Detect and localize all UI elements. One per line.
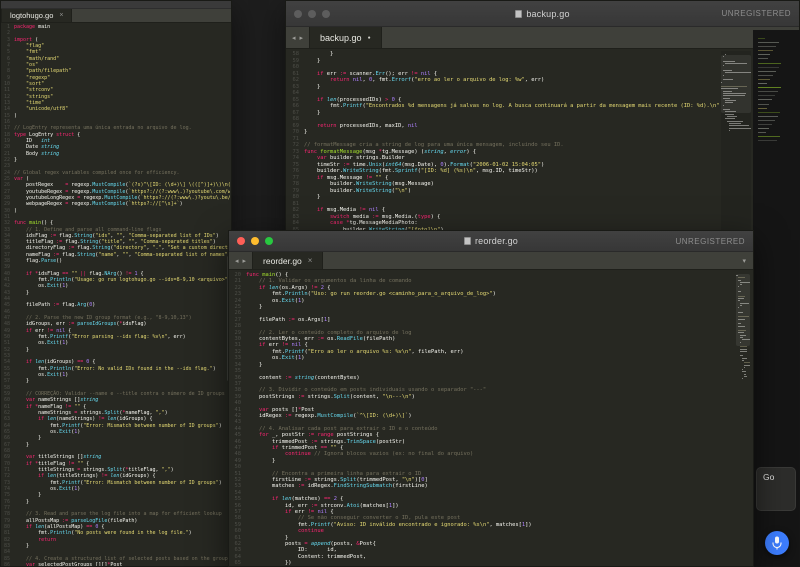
code-line: 86 var selectedPostGroups [][]*Post bbox=[1, 562, 230, 566]
tab-next-icon[interactable]: ▸ bbox=[300, 34, 304, 42]
microphone-icon bbox=[771, 536, 783, 550]
window-reorder: reorder.go UNREGISTERED ◂ ▸ reorder.go ×… bbox=[228, 230, 754, 567]
tab-prev-icon[interactable]: ◂ bbox=[235, 257, 239, 265]
window-title: reorder.go bbox=[229, 236, 753, 246]
registration-status: UNREGISTERED bbox=[721, 9, 799, 18]
close-window-button[interactable] bbox=[294, 10, 302, 18]
tab-close-icon[interactable]: × bbox=[308, 256, 313, 265]
tab-label: logtohugo.go bbox=[10, 11, 53, 20]
mic-button[interactable] bbox=[765, 531, 789, 555]
window-controls bbox=[229, 237, 273, 245]
document-icon bbox=[515, 10, 522, 18]
go-panel[interactable]: Go bbox=[756, 467, 796, 511]
tab-reorder-go[interactable]: reorder.go × bbox=[252, 252, 323, 269]
tab-prev-icon[interactable]: ◂ bbox=[292, 34, 296, 42]
tab-label: backup.go bbox=[320, 33, 362, 43]
tab-label: reorder.go bbox=[263, 256, 302, 266]
go-label: Go bbox=[757, 468, 795, 482]
tab-logtohugo-go[interactable]: logtohugo.go × bbox=[1, 9, 72, 22]
document-icon bbox=[464, 237, 471, 245]
tab-nav-arrows[interactable]: ◂ ▸ bbox=[286, 27, 309, 48]
registration-status: UNREGISTERED bbox=[675, 237, 753, 246]
zoom-window-button[interactable] bbox=[265, 237, 273, 245]
close-window-button[interactable] bbox=[237, 237, 245, 245]
tab-overflow-icon[interactable]: ▾ bbox=[735, 257, 753, 265]
backup-tabbar: ◂ ▸ backup.go ● bbox=[286, 27, 799, 49]
minimize-window-button[interactable] bbox=[251, 237, 259, 245]
tab-nav-arrows[interactable]: ◂ ▸ bbox=[229, 252, 252, 269]
reorder-tabbar: ◂ ▸ reorder.go × ▾ bbox=[229, 252, 753, 270]
logtohugo-tabbar: logtohugo.go × bbox=[1, 9, 231, 23]
backup-titlebar[interactable]: backup.go UNREGISTERED bbox=[286, 1, 799, 27]
window-controls bbox=[286, 10, 330, 18]
logtohugo-code-editor[interactable]: 1package main2 3import (4 "flag"5 "fmt"6… bbox=[1, 24, 230, 566]
minimize-window-button[interactable] bbox=[308, 10, 316, 18]
code-line: 65 }) bbox=[229, 560, 733, 566]
minimap-viewport[interactable] bbox=[736, 274, 750, 346]
minimap-viewport[interactable] bbox=[721, 55, 751, 113]
modified-dot-icon: ● bbox=[368, 35, 371, 41]
reorder-titlebar[interactable]: reorder.go UNREGISTERED bbox=[229, 231, 753, 252]
code-line: 66 fmt.Printf("Encontrados %d mensagens … bbox=[286, 103, 719, 110]
background-app-strip: Go bbox=[753, 30, 800, 567]
window-logtohugo: logtohugo.go × 1package main2 3import (4… bbox=[0, 0, 232, 567]
logtohugo-titlebar[interactable] bbox=[1, 1, 231, 9]
tab-next-icon[interactable]: ▸ bbox=[243, 257, 247, 265]
tab-close-icon[interactable]: × bbox=[59, 12, 63, 19]
reorder-code-editor[interactable]: 20func main() {21 // 1. Validar os argum… bbox=[229, 272, 733, 566]
zoom-window-button[interactable] bbox=[322, 10, 330, 18]
background-minimap bbox=[758, 38, 784, 144]
reorder-minimap[interactable] bbox=[736, 272, 750, 564]
tab-backup-go[interactable]: backup.go ● bbox=[309, 27, 382, 48]
